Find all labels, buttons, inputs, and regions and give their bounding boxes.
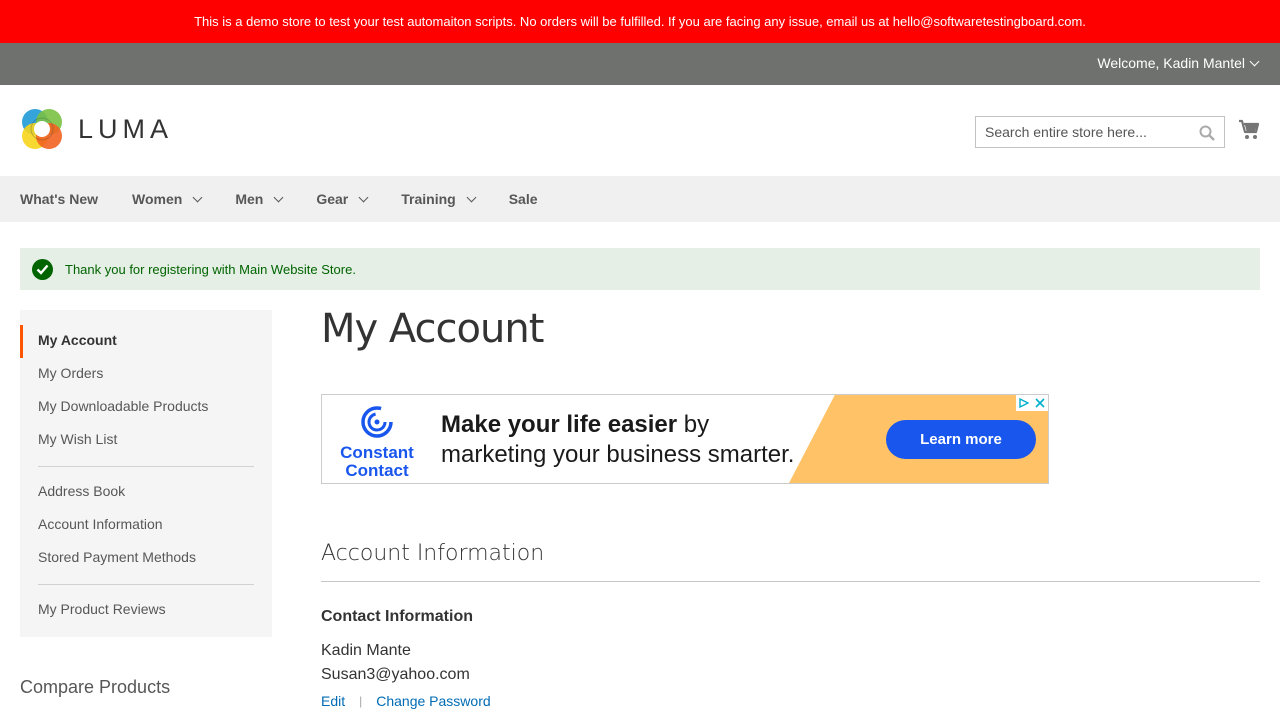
- panel-header: Welcome, Kadin Mantel: [0, 43, 1280, 85]
- sidebar-item-my-orders[interactable]: My Orders: [20, 358, 272, 391]
- logo-wordmark: LUMA: [78, 113, 174, 144]
- sidebar-item-my-account[interactable]: My Account: [20, 325, 272, 358]
- nav-item-label: Gear: [316, 191, 349, 207]
- nav-item-label: Men: [235, 191, 264, 207]
- constant-contact-logo: Constant Contact: [336, 405, 418, 480]
- nav-item-label: Sale: [508, 191, 538, 207]
- checkmark-icon: [32, 258, 53, 280]
- customer-welcome-menu[interactable]: Welcome, Kadin Mantel: [1097, 43, 1260, 83]
- change-password-link[interactable]: Change Password: [376, 693, 490, 709]
- search-icon[interactable]: [1199, 125, 1215, 146]
- ad-headline-rest: by: [677, 411, 710, 438]
- account-sidebar: My Account My Orders My Downloadable Pro…: [20, 310, 272, 637]
- account-information-title: Account Information: [321, 541, 545, 566]
- ad-learn-more-button[interactable]: Learn more: [886, 420, 1036, 459]
- chevron-down-icon: [192, 192, 203, 202]
- ad-headline-bold: Make your life easier: [441, 411, 678, 438]
- compare-products-title: Compare Products: [20, 677, 171, 697]
- welcome-text: Welcome, Kadin Mantel: [1097, 55, 1245, 71]
- sidebar-item-my-product-reviews[interactable]: My Product Reviews: [20, 594, 272, 627]
- advertisement-banner[interactable]: Constant Contact Make your life easier b…: [321, 394, 1049, 484]
- success-message-text: Thank you for registering with Main Webs…: [65, 261, 356, 277]
- ad-headline: Make your life easier by marketing your …: [441, 410, 794, 470]
- ad-choices: [1016, 395, 1048, 411]
- main-navigation: What's New Women Men Gear Training Sale: [0, 176, 1280, 222]
- chevron-down-icon: [466, 192, 477, 202]
- chevron-down-icon: [1249, 56, 1260, 67]
- nav-item-label: Training: [401, 191, 456, 207]
- ad-brand-line2: Contact: [345, 461, 409, 480]
- luma-logo[interactable]: LUMA: [20, 107, 173, 151]
- nav-item-whats-new[interactable]: What's New: [20, 176, 98, 222]
- demo-notice-banner: This is a demo store to test your test a…: [0, 0, 1280, 43]
- nav-item-women[interactable]: Women: [132, 176, 203, 222]
- contact-information-title: Contact Information: [321, 608, 473, 625]
- search-input[interactable]: [976, 117, 1186, 147]
- ad-brand-line1: Constant: [340, 443, 414, 462]
- sidebar-item-stored-payment-methods[interactable]: Stored Payment Methods: [20, 542, 272, 575]
- nav-item-label: Women: [132, 191, 183, 207]
- adchoices-icon[interactable]: [1016, 395, 1032, 411]
- contact-actions: Edit | Change Password: [321, 693, 491, 709]
- section-divider: [321, 581, 1260, 582]
- search-box: [975, 116, 1225, 148]
- ad-headline-line2: marketing your business smarter.: [441, 441, 795, 468]
- luma-logo-icon: [22, 109, 62, 149]
- constant-contact-icon: [361, 406, 393, 438]
- shopping-cart-icon[interactable]: [1238, 119, 1260, 146]
- contact-name: Kadin Mante: [321, 642, 411, 659]
- nav-item-sale[interactable]: Sale: [509, 176, 538, 222]
- sidebar-item-account-information[interactable]: Account Information: [20, 509, 272, 542]
- nav-item-training[interactable]: Training: [401, 176, 477, 222]
- page-header: LUMA: [0, 85, 1280, 176]
- sidebar-divider: [38, 584, 254, 585]
- nav-item-label: What's New: [20, 191, 99, 207]
- close-icon[interactable]: [1032, 395, 1048, 411]
- sidebar-item-my-downloadable-products[interactable]: My Downloadable Products: [20, 391, 272, 424]
- sidebar-divider: [38, 466, 254, 467]
- nav-item-gear[interactable]: Gear: [316, 176, 369, 222]
- contact-email: Susan3@yahoo.com: [321, 666, 470, 683]
- sidebar-item-my-wish-list[interactable]: My Wish List: [20, 424, 272, 457]
- chevron-down-icon: [273, 192, 284, 202]
- sidebar-item-address-book[interactable]: Address Book: [20, 476, 272, 509]
- edit-link[interactable]: Edit: [321, 693, 345, 709]
- action-separator: |: [359, 694, 363, 708]
- page-title: My Account: [321, 306, 544, 352]
- success-message: Thank you for registering with Main Webs…: [20, 248, 1260, 290]
- nav-item-men[interactable]: Men: [235, 176, 284, 222]
- chevron-down-icon: [358, 192, 369, 202]
